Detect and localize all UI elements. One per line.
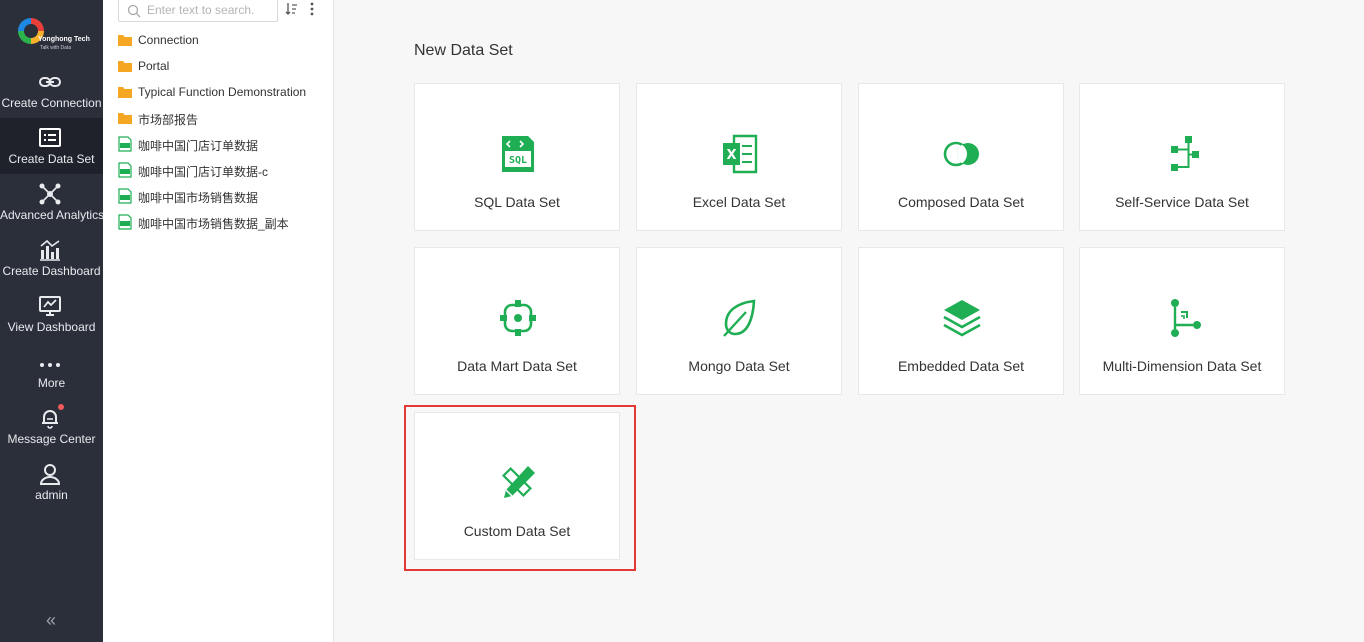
tree-item-label: Connection: [138, 33, 199, 47]
main-content: New Data Set SQL SQL Data Set X Excel Da…: [334, 0, 1364, 642]
nav-item-view-dashboard[interactable]: View Dashboard: [0, 286, 103, 342]
card-multi-dimension-data-set[interactable]: Multi-Dimension Data Set: [1079, 247, 1285, 395]
tree-item-folder[interactable]: Connection: [117, 29, 327, 51]
card-label: Composed Data Set: [897, 194, 1025, 210]
dataset-icon: [39, 128, 61, 147]
tree-item-dataset[interactable]: 咖啡中国市场销售数据: [117, 185, 327, 207]
overlap-circles-icon: [943, 141, 979, 167]
flow-icon: [1171, 136, 1199, 171]
nav-label: Advanced Analytics: [0, 208, 105, 222]
leaf-icon: [723, 299, 756, 337]
tree-item-label: 咖啡中国市场销售数据: [138, 191, 259, 205]
sql-file-icon: [118, 136, 132, 152]
tree-item-dataset[interactable]: 咖啡中国门店订单数据: [117, 133, 327, 155]
user-icon: [39, 464, 61, 485]
nav-item-create-connection[interactable]: Create Connection: [0, 62, 103, 118]
tree-item-label: 市场部报告: [138, 113, 199, 127]
nav-item-message-center[interactable]: Message Center: [0, 398, 103, 454]
tree-item-dataset[interactable]: 咖啡中国市场销售数据_副本: [117, 211, 327, 233]
tree-item-label: Typical Function Demonstration: [138, 85, 307, 99]
tree-item-label: 咖啡中国门店订单数据-c: [138, 165, 268, 179]
tree-item-folder[interactable]: 市场部报告: [117, 107, 327, 129]
sort-icon[interactable]: [285, 2, 299, 16]
folder-icon: [118, 61, 132, 72]
collapse-nav-button[interactable]: «: [40, 610, 62, 630]
nav-label: Create Data Set: [8, 152, 95, 166]
nav-label: View Dashboard: [7, 320, 96, 334]
target-icon: [500, 300, 536, 336]
logo: Yonghong Tech Talk with Data: [0, 16, 103, 56]
notification-badge: [58, 404, 64, 410]
search-icon: [127, 4, 141, 18]
nav-item-more[interactable]: More: [0, 342, 103, 398]
svg-text:SQL: SQL: [509, 155, 527, 166]
nav-label: admin: [35, 488, 68, 502]
sql-icon: SQL: [502, 136, 534, 172]
search-input[interactable]: [147, 1, 273, 19]
folder-icon: [118, 35, 132, 46]
nav-item-create-dashboard[interactable]: Create Dashboard: [0, 230, 103, 286]
card-label: Mongo Data Set: [688, 358, 790, 374]
tree-item-folder[interactable]: Typical Function Demonstration: [117, 81, 327, 103]
folder-icon: [118, 87, 132, 98]
nav-item-create-data-set[interactable]: Create Data Set: [0, 118, 103, 174]
folder-icon: [118, 113, 132, 124]
more-dots-icon: [40, 363, 60, 367]
resource-tree-panel: Connection Portal Typical Function Demon…: [103, 0, 334, 642]
link-icon: [39, 77, 61, 87]
tree-item-label: 咖啡中国门店订单数据: [138, 139, 259, 153]
layers-icon: [943, 300, 981, 337]
bell-icon: [42, 410, 58, 429]
left-nav: Yonghong Tech Talk with Data Create Conn…: [0, 0, 105, 642]
card-excel-data-set[interactable]: X Excel Data Set: [636, 83, 842, 231]
dimension-icon: [1171, 299, 1201, 337]
card-label: Custom Data Set: [463, 523, 571, 539]
nav-item-admin[interactable]: admin: [0, 454, 103, 510]
logo-brand: Yonghong Tech: [38, 36, 90, 43]
card-self-service-data-set[interactable]: Self-Service Data Set: [1079, 83, 1285, 231]
card-custom-data-set[interactable]: Custom Data Set: [414, 412, 620, 560]
card-label: Data Mart Data Set: [457, 358, 577, 374]
card-label: SQL Data Set: [474, 194, 560, 210]
nav-item-advanced-analytics[interactable]: Advanced Analytics: [0, 174, 105, 230]
card-label: Self-Service Data Set: [1115, 194, 1249, 210]
card-label: Excel Data Set: [692, 194, 786, 210]
card-embedded-data-set[interactable]: Embedded Data Set: [858, 247, 1064, 395]
nav-label: More: [37, 376, 66, 390]
svg-text:X: X: [726, 148, 736, 163]
sql-file-icon: [118, 162, 132, 178]
card-label: Multi-Dimension Data Set: [1102, 358, 1262, 374]
network-icon: [39, 183, 61, 205]
tree-search: [118, 0, 278, 22]
tree-item-label: 咖啡中国市场销售数据_副本: [138, 217, 289, 231]
card-composed-data-set[interactable]: Composed Data Set: [858, 83, 1064, 231]
monitor-chart-icon: [39, 296, 61, 316]
nav-label: Create Connection: [1, 96, 102, 110]
sql-file-icon: [118, 214, 132, 230]
app-root: Yonghong Tech Talk with Data Create Conn…: [0, 0, 1364, 642]
card-data-mart-data-set[interactable]: Data Mart Data Set: [414, 247, 620, 395]
excel-icon: X: [723, 134, 758, 174]
tree-item-dataset[interactable]: 咖啡中国门店订单数据-c: [117, 159, 327, 181]
tree-item-folder[interactable]: Portal: [117, 55, 327, 77]
bar-chart-icon: [40, 239, 60, 261]
card-sql-data-set[interactable]: SQL SQL Data Set: [414, 83, 620, 231]
card-mongo-data-set[interactable]: Mongo Data Set: [636, 247, 842, 395]
tree-item-label: Portal: [138, 59, 170, 73]
card-label: Embedded Data Set: [897, 358, 1025, 374]
nav-label: Create Dashboard: [2, 264, 101, 278]
page-title: New Data Set: [414, 42, 513, 59]
nav-label: Message Center: [7, 432, 96, 446]
logo-tagline: Talk with Data: [40, 45, 72, 51]
sql-file-icon: [118, 188, 132, 204]
more-vertical-icon[interactable]: [305, 2, 319, 16]
pencil-ruler-icon: [502, 466, 535, 498]
